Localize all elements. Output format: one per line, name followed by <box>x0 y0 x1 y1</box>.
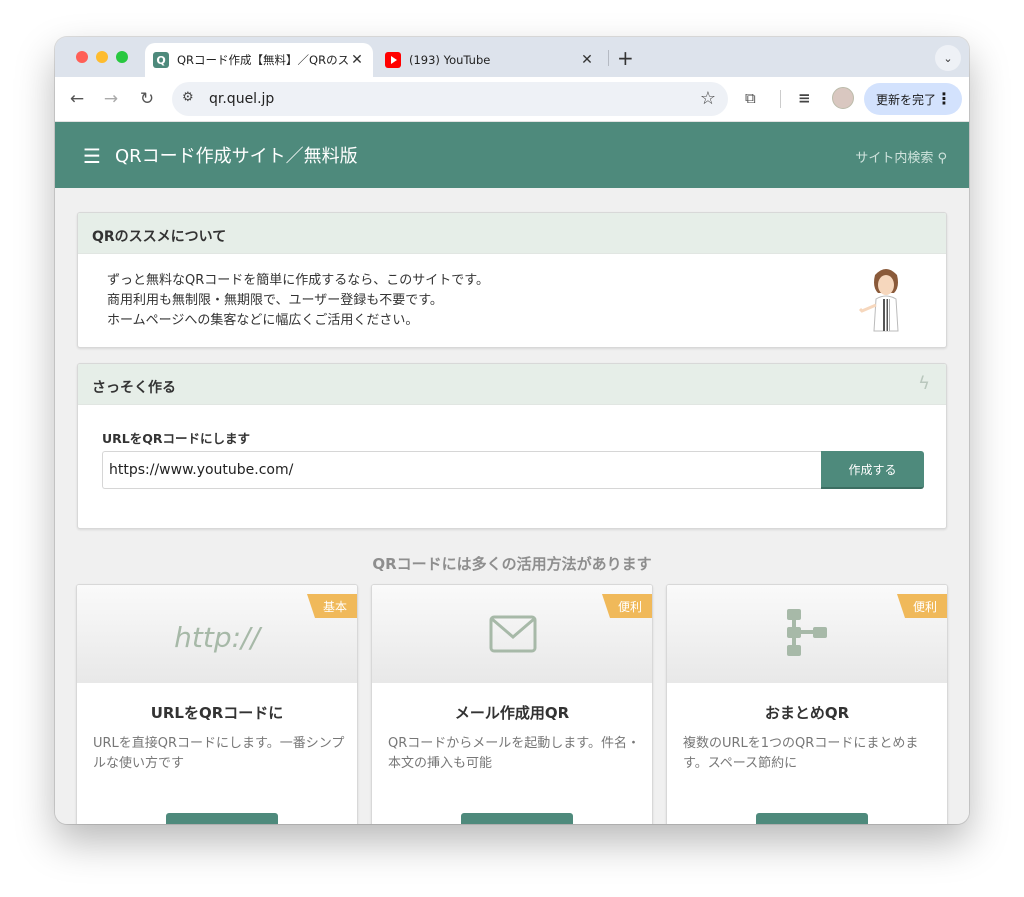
page-content: ☰ QRコード作成サイト／無料版 サイト内検索 ⚲ QRのススメについて ずっと… <box>55 122 969 824</box>
site-search-label: サイト内検索 <box>855 151 934 166</box>
maximize-window-button[interactable] <box>116 51 128 63</box>
star-icon[interactable]: ☆ <box>700 88 716 109</box>
feature-card-image: 便利 <box>667 585 947 683</box>
url-input[interactable] <box>102 451 822 489</box>
badge: 便利 <box>897 594 947 618</box>
minimize-window-button[interactable] <box>96 51 108 63</box>
browser-window: Q QRコード作成【無料】／QRのス ✕ (193) YouTube ✕ + ⌄… <box>55 37 969 824</box>
tab-title: QRコード作成【無料】／QRのス <box>177 53 349 67</box>
guide-person-illustration <box>858 269 899 332</box>
tab-qr[interactable]: Q QRコード作成【無料】／QRのス ✕ <box>145 43 373 77</box>
url-text[interactable]: qr.quel.jp <box>209 91 274 107</box>
close-icon[interactable]: ✕ <box>579 52 595 68</box>
new-tab-button[interactable]: + <box>617 46 634 70</box>
mail-icon <box>489 615 537 653</box>
about-card-header: QRのススメについて <box>78 213 946 254</box>
address-bar[interactable]: ⚙ qr.quel.jp ☆ <box>172 82 728 116</box>
reading-list-icon[interactable]: ≡ <box>798 89 811 107</box>
make-heading: さっそく作る <box>92 380 176 396</box>
lightning-icon: ϟ <box>918 373 930 394</box>
back-arrow-icon[interactable]: ← <box>67 89 87 109</box>
forward-arrow-icon[interactable]: → <box>101 89 121 109</box>
hamburger-menu-icon[interactable]: ☰ <box>83 144 101 168</box>
feature-description: QRコードからメールを起動します。件名・本文の挿入も可能 <box>388 736 640 771</box>
extensions-icon[interactable]: ⧉ <box>745 89 756 107</box>
http-icon: http:// <box>174 621 260 654</box>
about-line: 商用利用も無制限・無期限で、ユーザー登録も不要です。 <box>107 293 443 308</box>
browser-toolbar: ← → ↻ ⚙ qr.quel.jp ☆ ⧉ ≡ 更新を完了 ⋮ <box>55 77 969 122</box>
avatar[interactable] <box>832 87 854 109</box>
youtube-icon <box>385 52 401 68</box>
more-menu-icon[interactable]: ⋮ <box>936 89 952 108</box>
make-card-header: さっそく作る ϟ <box>78 364 946 405</box>
close-icon[interactable]: ✕ <box>349 52 365 68</box>
tab-youtube[interactable]: (193) YouTube ✕ <box>377 43 603 77</box>
create-button[interactable]: 作成する <box>821 451 924 489</box>
url-field-label: URLをQRコードにします <box>102 431 250 446</box>
feature-card-bundle[interactable]: 便利 おまとめQR 複数のURLを1つのQRコードにまとめます。スペース節約に <box>666 584 948 824</box>
update-button[interactable]: 更新を完了 ⋮ <box>864 83 962 115</box>
feature-card-image: 便利 <box>372 585 652 683</box>
about-line: ずっと無料なQRコードを簡単に作成するなら、このサイトです。 <box>107 273 489 288</box>
feature-card-mail[interactable]: 便利 メール作成用QR QRコードからメールを起動します。件名・本文の挿入も可能 <box>371 584 653 824</box>
feature-title: おまとめQR <box>764 704 850 722</box>
tab-divider <box>608 50 609 66</box>
update-button-label: 更新を完了 <box>876 92 937 107</box>
feature-button[interactable] <box>166 813 278 824</box>
feature-card-url[interactable]: 基本 http:// URLをQRコードに URLを直接QRコードにします。一番… <box>76 584 358 824</box>
feature-card-image: 基本 http:// <box>77 585 357 683</box>
site-title[interactable]: QRコード作成サイト／無料版 <box>115 142 358 168</box>
about-text: ずっと無料なQRコードを簡単に作成するなら、このサイトです。 商用利用も無制限・… <box>107 271 489 331</box>
search-icon: ⚲ <box>937 151 947 166</box>
feature-button[interactable] <box>756 813 868 824</box>
chevron-down-icon[interactable]: ⌄ <box>935 45 961 71</box>
about-card: QRのススメについて ずっと無料なQRコードを簡単に作成するなら、このサイトです… <box>77 212 947 348</box>
site-info-icon[interactable]: ⚙ <box>182 90 194 105</box>
tab-strip: Q QRコード作成【無料】／QRのス ✕ (193) YouTube ✕ + ⌄ <box>55 37 969 77</box>
toolbar-divider <box>780 90 781 108</box>
tab-title: (193) YouTube <box>409 53 491 67</box>
qr-favicon-icon: Q <box>153 52 169 68</box>
reload-icon[interactable]: ↻ <box>137 89 157 109</box>
about-line: ホームページへの集客などに幅広くご活用ください。 <box>107 313 419 328</box>
feature-description: 複数のURLを1つのQRコードにまとめます。スペース節約に <box>683 736 919 771</box>
feature-button[interactable] <box>461 813 573 824</box>
badge: 便利 <box>602 594 652 618</box>
about-heading: QRのススメについて <box>92 229 227 245</box>
site-header: ☰ QRコード作成サイト／無料版 サイト内検索 ⚲ <box>55 122 969 188</box>
feature-title: メール作成用QR <box>454 704 570 722</box>
make-card: さっそく作る ϟ URLをQRコードにします 作成する <box>77 363 947 529</box>
uses-heading: QRコードには多くの活用方法があります <box>372 555 652 573</box>
badge: 基本 <box>307 594 357 618</box>
site-search[interactable]: サイト内検索 ⚲ <box>855 147 947 166</box>
feature-description: URLを直接QRコードにします。一番シンプルな使い方です <box>93 736 345 771</box>
tree-icon <box>787 609 827 656</box>
close-window-button[interactable] <box>76 51 88 63</box>
feature-title: URLをQRコードに <box>150 704 284 722</box>
